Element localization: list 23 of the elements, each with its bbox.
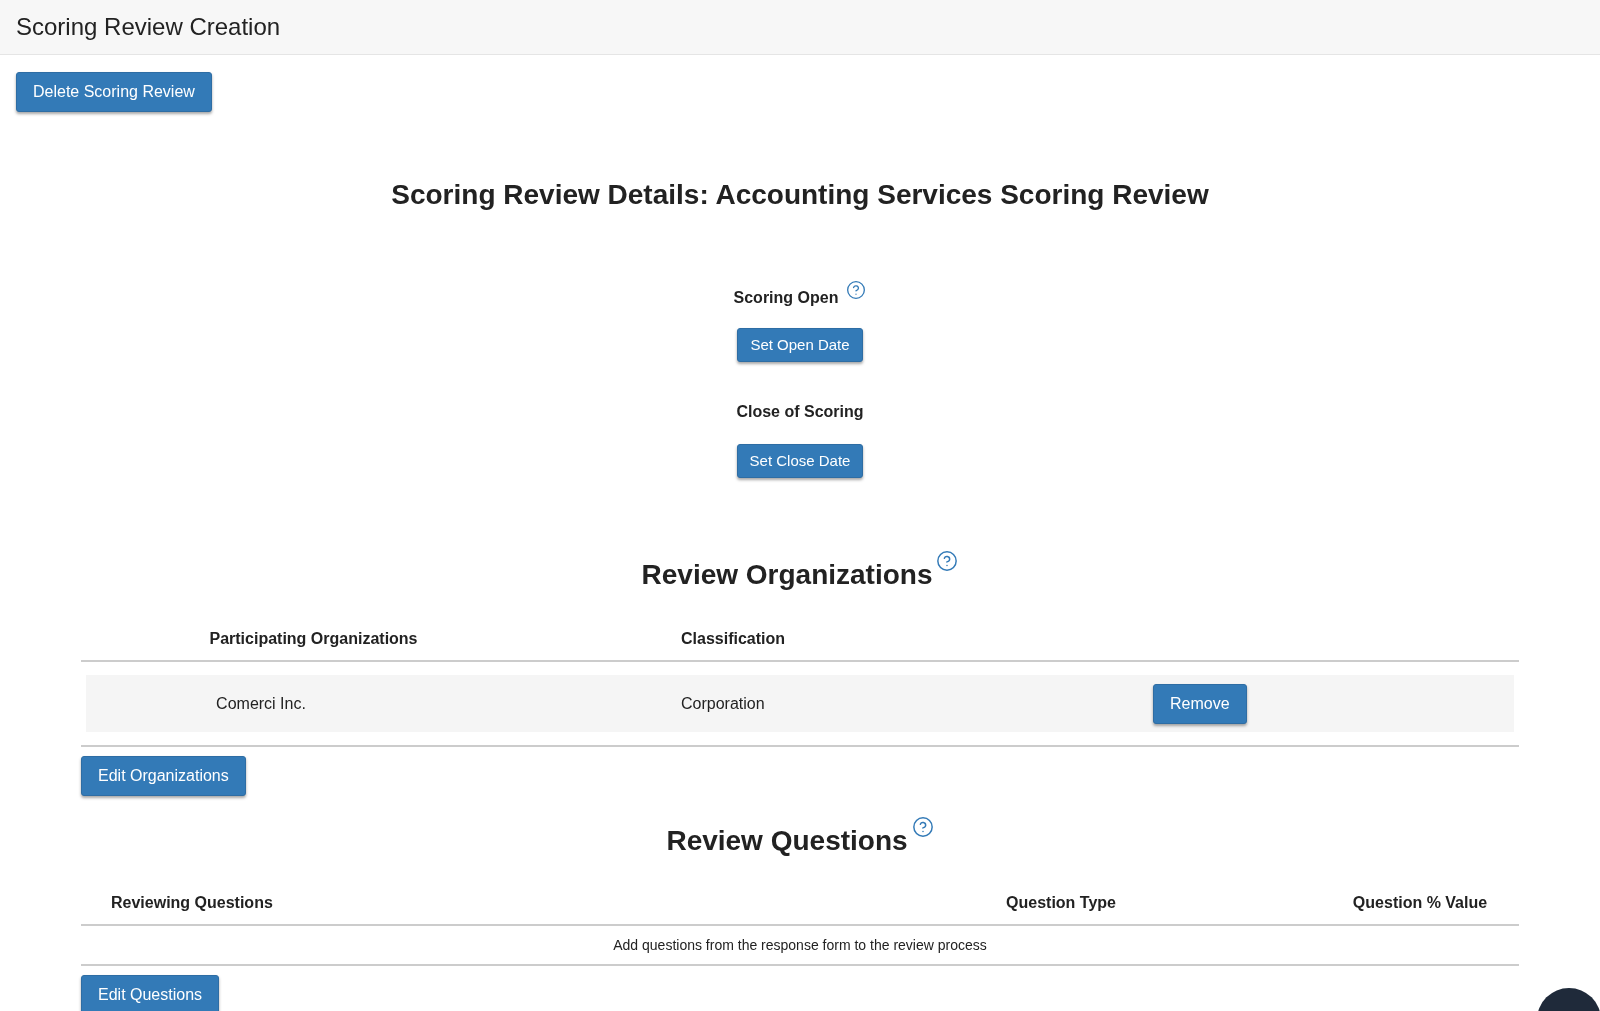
close-of-scoring-label: Close of Scoring [736, 402, 864, 422]
column-header: Classification [681, 630, 786, 647]
table-cell: Corporation [681, 694, 765, 712]
column-header: Reviewing Questions [111, 894, 273, 911]
help-icon[interactable] [846, 280, 867, 300]
help-icon[interactable] [936, 550, 959, 572]
remove-button[interactable]: Remove [1153, 683, 1247, 724]
organizations-title: Review Organizations [641, 558, 933, 592]
questions-title: Review Questions [666, 824, 908, 858]
set-open-date-button[interactable]: Set Open Date [737, 328, 863, 362]
delete-button[interactable]: Delete Scoring Review [16, 72, 212, 112]
scoring-open-label: Scoring Open [733, 288, 839, 308]
details-title: Scoring Review Details: Accounting Services Scoring Review [391, 178, 1209, 212]
set-close-date-button[interactable]: Set Close Date [736, 444, 864, 478]
empty-message: Add questions from the response form to the review process [613, 935, 987, 955]
table-cell-text: Comerci Inc. [216, 693, 306, 714]
edit-questions-button[interactable]: Edit Questions [81, 975, 220, 1011]
page-title: Scoring Review Creation [16, 12, 281, 42]
help-icon[interactable] [911, 816, 934, 838]
column-header: Question Type [1006, 893, 1116, 913]
column-header: Participating Organizations [209, 629, 418, 649]
column-header: Question % Value [1352, 893, 1488, 913]
edit-organizations-button[interactable]: Edit Organizations [81, 756, 246, 796]
